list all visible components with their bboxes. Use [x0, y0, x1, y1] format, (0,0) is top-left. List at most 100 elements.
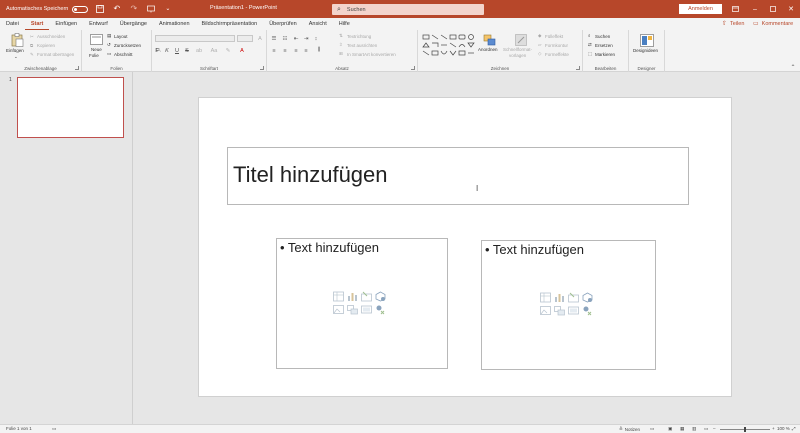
redo-icon[interactable]: ↷ — [128, 4, 139, 15]
underline-button[interactable]: U — [173, 47, 181, 54]
design-ideas-icon[interactable] — [639, 33, 654, 47]
copy-button[interactable]: Kopieren — [37, 43, 55, 48]
align-text-button[interactable]: Text ausrichten — [347, 43, 377, 48]
quick-styles-label-1[interactable]: Schnellformat- — [503, 47, 532, 52]
tab-home[interactable]: Start — [24, 18, 50, 30]
justify-icon[interactable]: ≡ — [302, 47, 310, 54]
design-ideas-button[interactable]: Designideen — [633, 48, 658, 53]
tab-slideshow[interactable]: Bildschirmpräsentation — [196, 18, 264, 30]
smartart-button[interactable]: In SmartArt konvertieren — [347, 52, 396, 57]
insert-table-icon[interactable] — [540, 292, 551, 303]
char-spacing-icon[interactable]: ab — [195, 47, 203, 54]
find-button[interactable]: Suchen — [595, 34, 610, 39]
columns-icon[interactable]: ⫼ — [315, 47, 323, 54]
insert-smartart-icon[interactable] — [568, 292, 579, 303]
font-name-input[interactable] — [155, 35, 235, 42]
new-slide-label-2[interactable]: Folie — [89, 53, 99, 58]
ribbon-display-options-icon[interactable] — [728, 3, 742, 15]
align-right-icon[interactable]: ≡ — [292, 47, 300, 54]
normal-view-icon[interactable]: ▣ — [668, 426, 672, 432]
arrange-icon[interactable] — [482, 33, 496, 46]
right-content-placeholder[interactable]: • Text hinzufügen — [481, 240, 656, 370]
tab-animations[interactable]: Animationen — [153, 18, 196, 30]
insert-picture-icon[interactable] — [333, 304, 344, 315]
left-content-placeholder[interactable]: • Text hinzufügen — [276, 238, 448, 369]
bold-button[interactable]: F — [153, 47, 161, 54]
paste-icon[interactable] — [10, 33, 24, 47]
insert-stock-images-icon[interactable] — [347, 304, 358, 315]
insert-3d-model-icon[interactable] — [582, 292, 593, 303]
paste-dropdown-icon[interactable]: ⌄ — [14, 54, 18, 60]
highlight-icon[interactable]: ✎ — [224, 47, 232, 54]
paragraph-launcher-icon[interactable] — [411, 66, 415, 70]
paste-button[interactable]: Einfügen — [6, 48, 24, 53]
tab-help[interactable]: Hilfe — [333, 18, 356, 30]
new-slide-icon[interactable] — [90, 33, 103, 46]
align-center-icon[interactable]: ≡ — [281, 47, 289, 54]
clipboard-launcher-icon[interactable] — [75, 66, 79, 70]
clear-format-icon[interactable]: A — [256, 35, 264, 42]
minimize-icon[interactable]: – — [748, 3, 762, 15]
change-case-icon[interactable]: Aa — [210, 47, 218, 54]
font-color-icon[interactable]: A — [238, 47, 246, 54]
autosave-toggle[interactable] — [72, 5, 89, 13]
zoom-level[interactable]: 100 % — [777, 426, 790, 431]
zoom-out-icon[interactable]: – — [713, 426, 716, 431]
tab-review[interactable]: Überprüfen — [263, 18, 303, 30]
insert-3d-model-icon[interactable] — [375, 291, 386, 302]
bullets-icon[interactable]: ☰ — [270, 35, 278, 42]
maximize-icon[interactable] — [766, 3, 780, 15]
comments-status-icon[interactable]: ▭ — [650, 426, 654, 432]
format-painter-button[interactable]: Format übertragen — [37, 52, 74, 57]
insert-smartart-icon[interactable] — [361, 291, 372, 302]
drawing-launcher-icon[interactable] — [576, 66, 580, 70]
italic-button[interactable]: K — [163, 47, 171, 54]
shapes-gallery[interactable] — [421, 33, 476, 59]
insert-picture-icon[interactable] — [540, 305, 551, 316]
effects-button[interactable]: Formeffekte — [545, 52, 569, 57]
font-size-input[interactable] — [237, 35, 253, 42]
line-spacing-icon[interactable]: ↕ — [312, 35, 320, 42]
text-direction-button[interactable]: Textrichtung — [347, 34, 371, 39]
insert-icons-icon[interactable] — [582, 305, 593, 316]
comments-button[interactable]: ▭ Kommentare — [753, 20, 793, 28]
share-button[interactable]: ⇧ Teilen — [722, 20, 744, 28]
quick-styles-icon[interactable] — [514, 33, 527, 46]
slide-canvas[interactable]: Titel hinzufügen • Text hinzufügen • Tex… — [198, 97, 732, 397]
align-left-icon[interactable]: ≡ — [270, 47, 278, 54]
start-slideshow-icon[interactable] — [145, 4, 156, 15]
slide-sorter-icon[interactable]: ▦ — [680, 426, 684, 432]
signin-button[interactable]: Anmelden — [679, 4, 722, 14]
notes-button[interactable]: ≙ Notizen — [619, 426, 640, 432]
slideshow-view-icon[interactable]: ▭ — [704, 426, 708, 432]
cut-button[interactable]: Ausschneiden — [37, 34, 65, 39]
insert-video-icon[interactable] — [568, 305, 579, 316]
insert-icons-icon[interactable] — [375, 304, 386, 315]
indent-decrease-icon[interactable]: ⇤ — [292, 35, 300, 42]
section-button[interactable]: Abschnitt — [114, 52, 133, 57]
tab-transitions[interactable]: Übergänge — [114, 18, 153, 30]
strikethrough-button[interactable]: S — [183, 47, 191, 54]
tab-insert[interactable]: Einfügen — [49, 18, 83, 30]
layout-button[interactable]: Layout — [114, 34, 128, 39]
zoom-slider-thumb[interactable] — [744, 427, 746, 432]
numbering-icon[interactable]: ☷ — [281, 35, 289, 42]
customize-toolbar-icon[interactable]: ⌄ — [162, 4, 173, 15]
insert-video-icon[interactable] — [361, 304, 372, 315]
insert-chart-icon[interactable] — [347, 291, 358, 302]
zoom-in-icon[interactable]: + — [772, 426, 775, 431]
arrange-button[interactable]: Anordnen — [478, 47, 498, 52]
font-launcher-icon[interactable] — [260, 66, 264, 70]
outline-button[interactable]: Formkontur — [545, 43, 568, 48]
zoom-slider[interactable] — [720, 427, 770, 432]
tab-view[interactable]: Ansicht — [303, 18, 333, 30]
search-box[interactable]: ⌕ Suchen — [332, 4, 484, 15]
save-icon[interactable] — [94, 4, 105, 15]
reading-view-icon[interactable]: ▥ — [692, 426, 696, 432]
insert-table-icon[interactable] — [333, 291, 344, 302]
insert-chart-icon[interactable] — [554, 292, 565, 303]
indent-increase-icon[interactable]: ⇥ — [302, 35, 310, 42]
select-button[interactable]: Markieren — [595, 52, 615, 57]
tab-design[interactable]: Entwurf — [83, 18, 114, 30]
fill-button[interactable]: Fülleffekt — [545, 34, 563, 39]
